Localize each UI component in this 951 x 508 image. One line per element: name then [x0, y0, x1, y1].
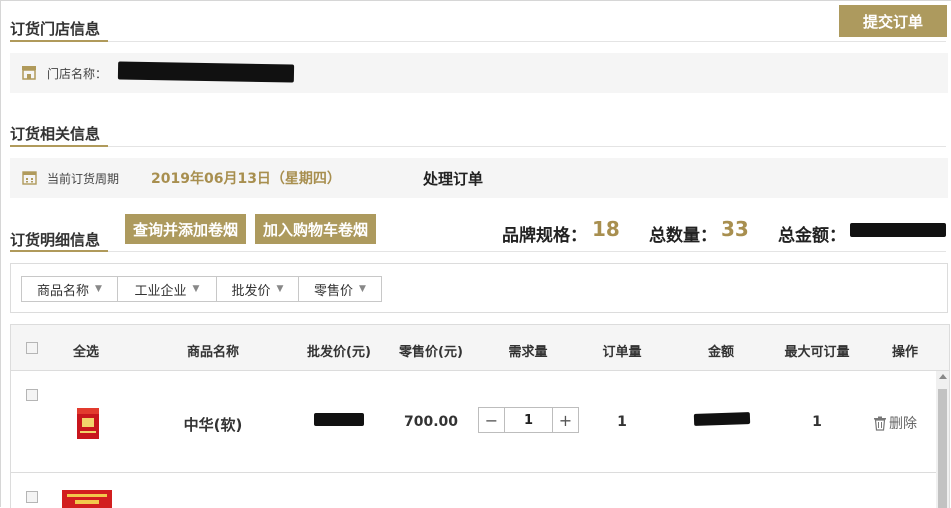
trash-icon: [874, 416, 886, 431]
submit-order-button[interactable]: 提交订单: [839, 5, 947, 37]
store-section-title: 订货门店信息: [10, 20, 101, 38]
delete-action[interactable]: 删除: [873, 413, 917, 433]
amount-redacted: [693, 412, 751, 426]
table-row: 中华(软) 700.00 − 1 + 1 1 删除: [11, 371, 936, 473]
sort-arrow-icon: ▼: [95, 284, 102, 294]
product-table: 全选 商品名称 批发价(元) 零售价(元) 需求量 订单量 金额 最大可订量 操…: [10, 324, 950, 508]
decrement-button[interactable]: −: [479, 408, 505, 432]
query-add-cigarette-button[interactable]: 查询并添加卷烟: [125, 214, 246, 244]
sort-bar: 商品名称 ▼ 工业企业 ▼ 批发价 ▼ 零售价 ▼: [10, 263, 948, 313]
sort-by-retail-price[interactable]: 零售价 ▼: [298, 276, 382, 302]
product-image: [62, 490, 112, 508]
select-all-checkbox[interactable]: [26, 342, 38, 354]
table-scrollbar[interactable]: [936, 371, 949, 508]
row-checkbox[interactable]: [26, 491, 38, 503]
header-retail-price: 零售价(元): [399, 345, 463, 360]
header-demand: 需求量: [508, 345, 548, 360]
brand-spec-label: 品牌规格：: [502, 226, 587, 246]
order-qty: 1: [617, 414, 627, 430]
sort-arrow-icon: ▼: [359, 284, 366, 294]
wholesale-price-redacted: [314, 413, 364, 426]
calendar-icon: [22, 171, 37, 185]
header-max-qty: 最大可订量: [784, 345, 850, 360]
details-section-title: 订货明细信息: [10, 231, 101, 249]
increment-button[interactable]: +: [552, 408, 578, 432]
header-actions: 操作: [891, 345, 918, 360]
total-qty-value: 33: [721, 217, 749, 241]
sort-by-manufacturer[interactable]: 工业企业 ▼: [117, 276, 217, 302]
order-info-section-divider: [108, 146, 946, 147]
order-cycle-band: 当前订货周期 2019年06月13日（星期四） 处理订单: [10, 158, 948, 198]
store-name-redacted: [117, 61, 295, 83]
header-select-all[interactable]: 全选: [56, 341, 116, 360]
scroll-up-icon[interactable]: [939, 374, 947, 379]
brand-spec-value: 18: [592, 217, 620, 241]
demand-quantity-input[interactable]: 1: [505, 408, 552, 432]
header-amount: 金额: [707, 345, 734, 360]
retail-price: 700.00: [403, 414, 459, 430]
header-product-name: 商品名称: [186, 345, 239, 360]
store-title-underline: [10, 40, 108, 42]
sort-arrow-icon: ▼: [276, 284, 284, 294]
product-image: [77, 408, 99, 439]
header-order-qty: 订单量: [602, 345, 642, 360]
demand-stepper: − 1 +: [478, 407, 579, 433]
sort-by-product-name[interactable]: 商品名称 ▼: [21, 276, 118, 302]
sort-label: 零售价: [314, 283, 354, 299]
total-amount-redacted: [850, 223, 946, 237]
sort-label: 工业企业: [134, 283, 187, 299]
order-info-section-title: 订货相关信息: [10, 125, 101, 143]
max-qty: 1: [812, 414, 822, 430]
add-cart-cigarette-button[interactable]: 加入购物车卷烟: [255, 214, 376, 244]
process-order-label: 处理订单: [423, 170, 484, 188]
scrollbar-thumb[interactable]: [938, 389, 947, 508]
order-info-title-underline: [10, 145, 108, 147]
order-cycle-value: 2019年06月13日（星期四）: [151, 171, 341, 187]
table-row: [11, 473, 936, 508]
total-qty-label: 总数量：: [649, 226, 717, 246]
row-checkbox[interactable]: [26, 389, 38, 401]
product-name: 中华(软): [183, 416, 243, 434]
store-name-label: 门店名称：: [47, 67, 108, 81]
details-section-divider: [108, 251, 946, 252]
delete-label: 删除: [889, 416, 917, 432]
header-wholesale-price: 批发价(元): [307, 345, 371, 360]
sort-label: 商品名称: [37, 283, 90, 299]
details-title-underline: [10, 250, 108, 252]
table-header: 全选 商品名称 批发价(元) 零售价(元) 需求量 订单量 金额 最大可订量 操…: [11, 325, 949, 371]
store-section-divider: [108, 41, 946, 42]
store-info-band: 门店名称：: [10, 53, 948, 93]
sort-by-wholesale-price[interactable]: 批发价 ▼: [216, 276, 299, 302]
sort-label: 批发价: [231, 283, 271, 299]
total-amount-label: 总金额：: [778, 226, 846, 246]
sort-arrow-icon: ▼: [192, 284, 200, 294]
store-icon: [22, 66, 36, 80]
order-cycle-label: 当前订货周期: [47, 172, 120, 186]
